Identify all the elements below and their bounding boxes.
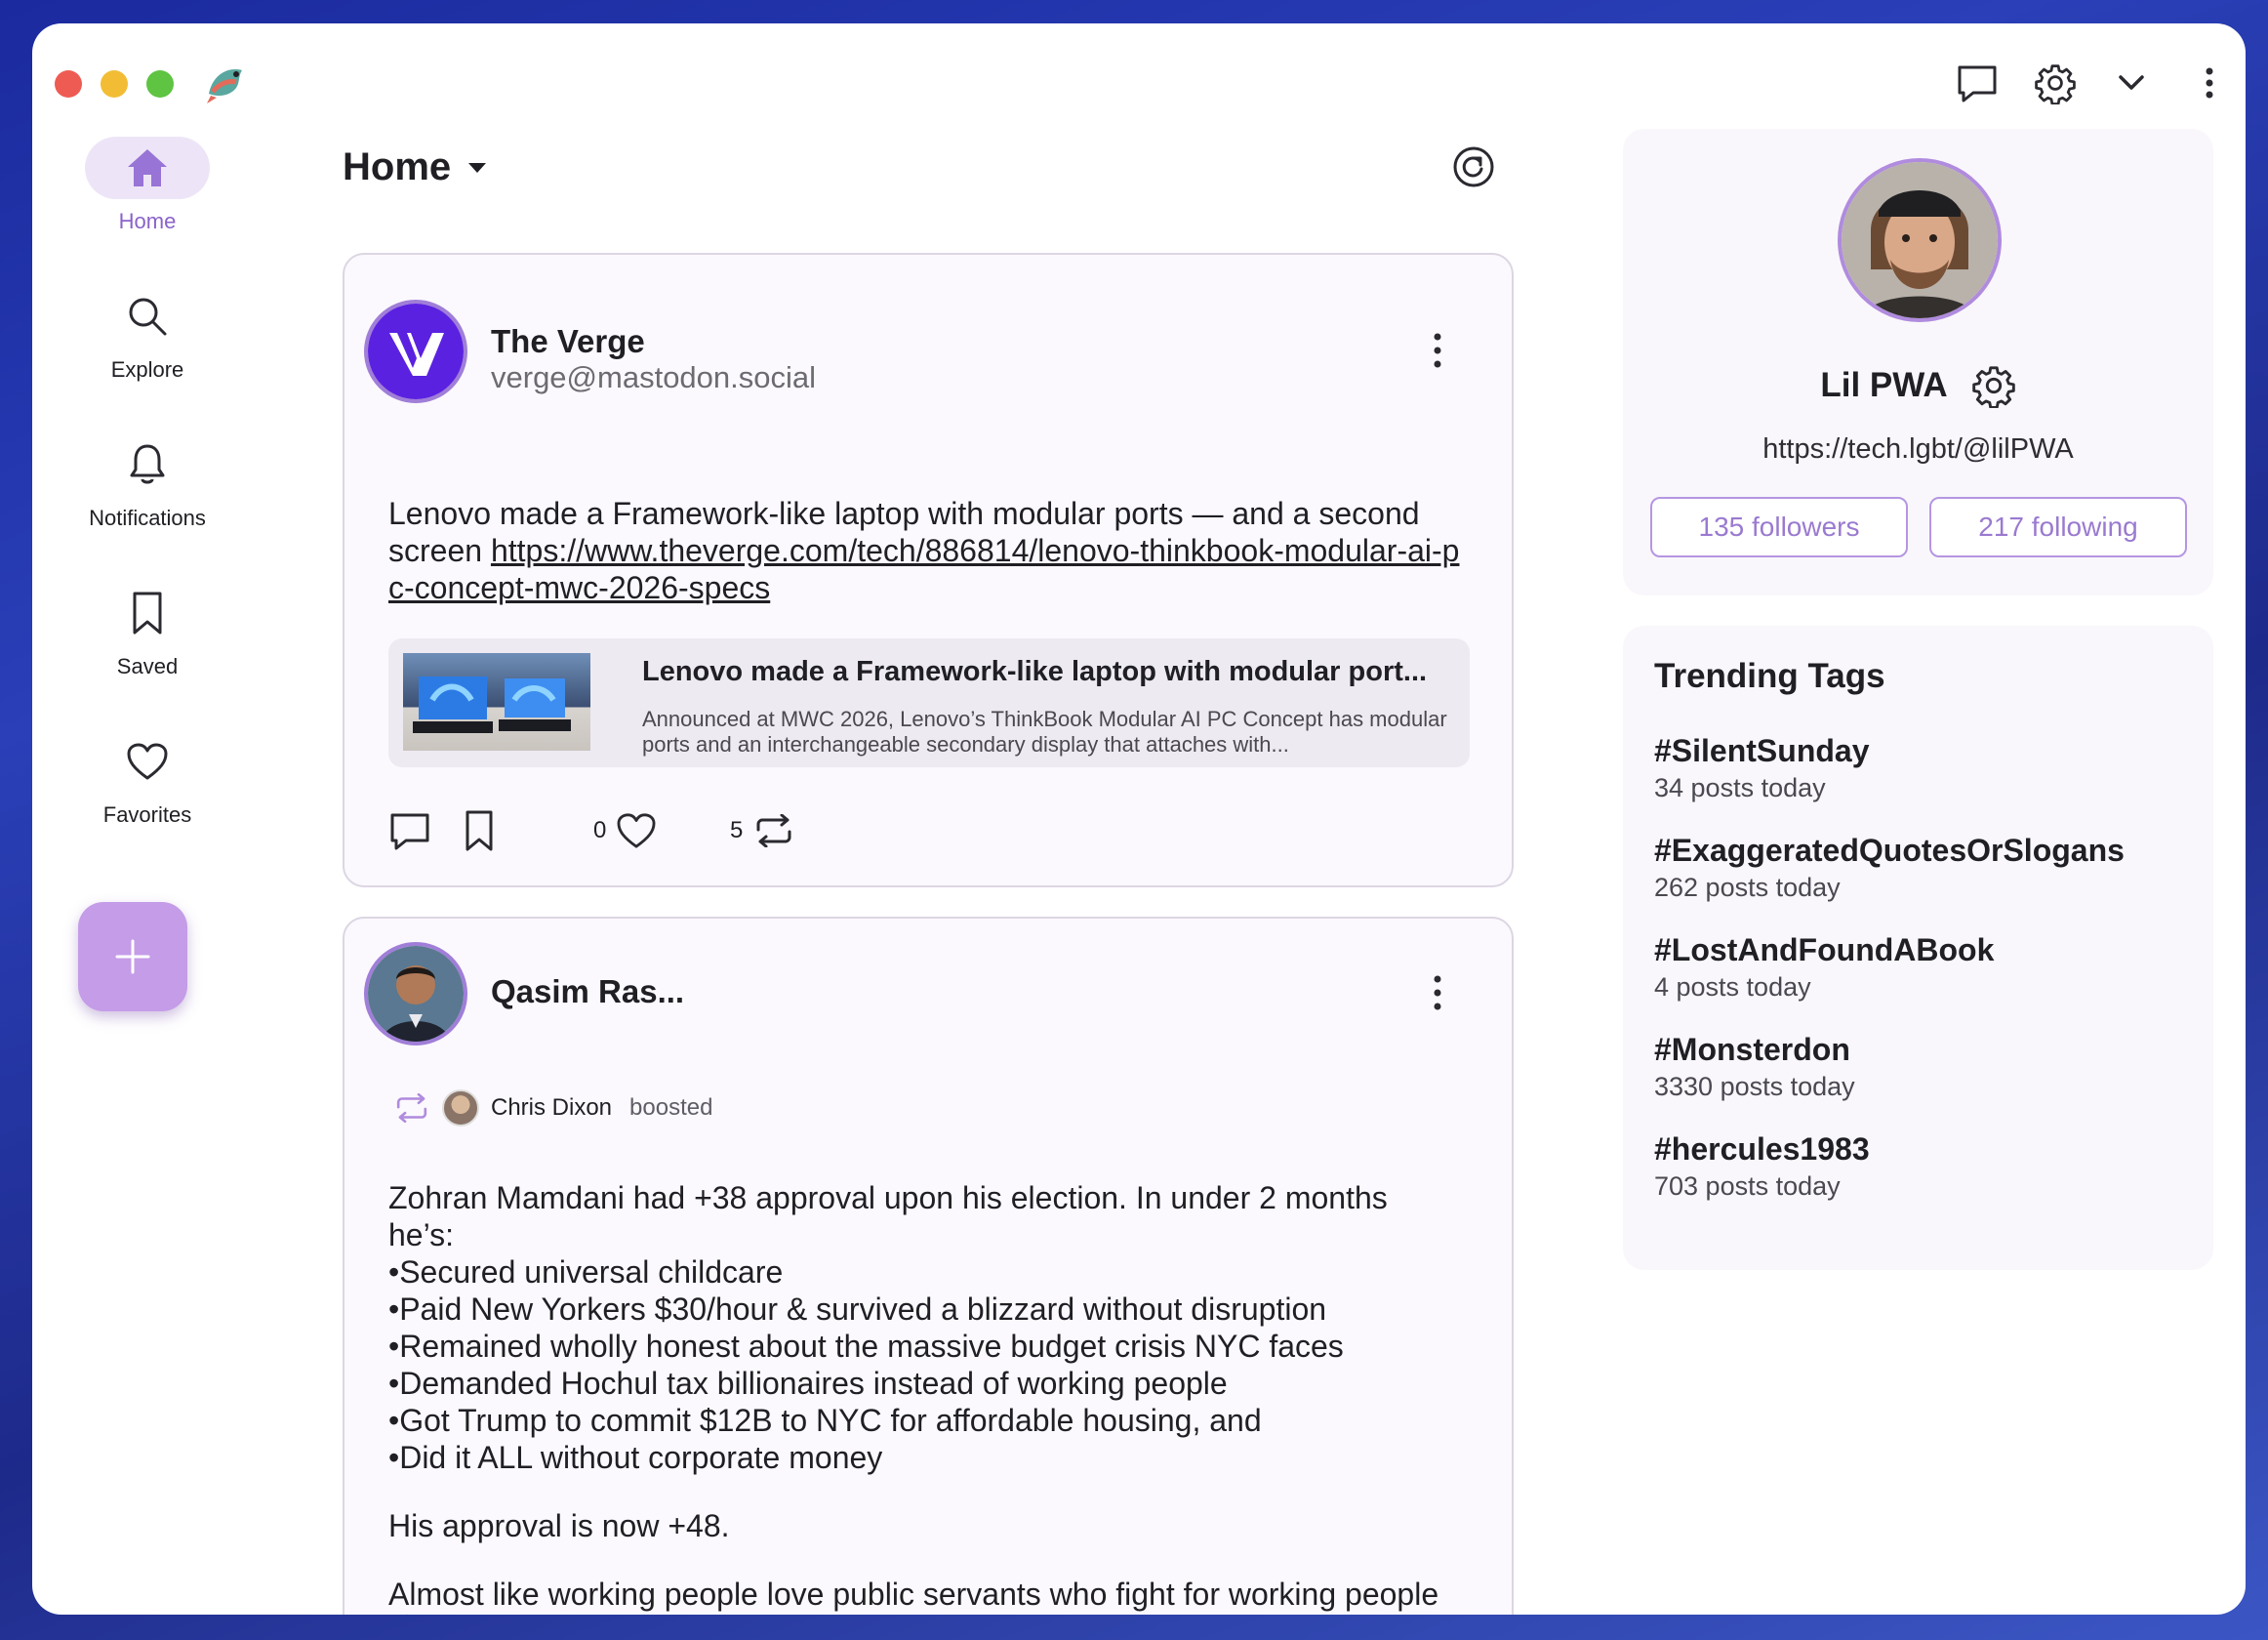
tag-name: #Monsterdon — [1654, 1032, 1850, 1067]
author-avatar[interactable] — [364, 942, 467, 1046]
nav-notifications[interactable]: Notifications — [64, 433, 230, 531]
author-avatar[interactable] — [364, 300, 467, 403]
kebab-menu-icon[interactable] — [2185, 59, 2234, 107]
tag-count: 4 posts today — [1654, 972, 1811, 1002]
post-paragraph: Almost like working people love public s… — [388, 1577, 1439, 1615]
nav-notifications-label: Notifications — [89, 506, 206, 530]
nav-saved-label: Saved — [116, 654, 179, 678]
tag-name: #hercules1983 — [1654, 1131, 1870, 1167]
refresh-icon — [1453, 146, 1494, 187]
boost-button[interactable]: 5 — [730, 806, 795, 855]
app-logo-icon — [203, 61, 250, 107]
post-line: •Remained wholly honest about the massiv… — [388, 1329, 1344, 1364]
post-content: Lenovo made a Framework-like laptop with… — [388, 495, 1472, 606]
post-line: •Did it ALL without corporate money — [388, 1440, 883, 1475]
boost-attribution: Chris Dixon boosted — [393, 1089, 712, 1127]
author-handle: verge@mastodon.social — [491, 360, 817, 394]
reply-icon — [390, 813, 429, 850]
close-window-button[interactable] — [55, 70, 82, 98]
link-preview-description: Announced at MWC 2026, Lenovo’s ThinkBoo… — [642, 707, 1447, 757]
post-content: Zohran Mamdani had +38 approval upon his… — [388, 1179, 1442, 1615]
trending-tags-card: Trending Tags #SilentSunday 34 posts tod… — [1623, 626, 2213, 1270]
heart-icon — [85, 730, 210, 793]
profile-name-row: Lil PWA — [1623, 363, 2213, 408]
nav-explore[interactable]: Explore — [64, 285, 230, 383]
maximize-window-button[interactable] — [146, 70, 174, 98]
compose-button[interactable] — [78, 902, 187, 1011]
link-preview-image — [403, 653, 590, 751]
post-line: Zohran Mamdani had +38 approval upon his… — [388, 1180, 1388, 1252]
tag-name: #LostAndFoundABook — [1654, 932, 1995, 967]
post-link[interactable]: https://www.theverge.com/tech/886814/len… — [388, 533, 1459, 605]
kebab-menu-icon — [1434, 975, 1441, 1010]
tag-count: 34 posts today — [1654, 773, 1826, 802]
post-line: •Paid New Yorkers $30/hour & survived a … — [388, 1292, 1327, 1327]
boosted-label: boosted — [629, 1094, 713, 1121]
chat-icon[interactable] — [1953, 59, 2002, 107]
search-icon — [85, 285, 210, 348]
chevron-down-icon[interactable] — [2107, 59, 2156, 107]
tag-count: 3330 posts today — [1654, 1072, 1855, 1101]
nav-explore-label: Explore — [110, 357, 184, 382]
post-menu-button[interactable] — [1418, 964, 1457, 1022]
followers-button[interactable]: 135 followers — [1650, 497, 1908, 557]
post-line: •Got Trump to commit $12B to NYC for aff… — [388, 1403, 1262, 1438]
refresh-button[interactable] — [1451, 144, 1496, 189]
nav-saved[interactable]: Saved — [64, 582, 230, 679]
minimize-window-button[interactable] — [101, 70, 128, 98]
booster-avatar[interactable] — [442, 1089, 479, 1127]
nav-favorites[interactable]: Favorites — [64, 730, 230, 828]
author-name[interactable]: The Verge — [491, 323, 645, 360]
gear-icon[interactable] — [1971, 363, 2016, 408]
trending-tag[interactable]: #hercules1983 703 posts today — [1654, 1131, 1870, 1202]
tag-count: 262 posts today — [1654, 873, 1841, 902]
link-preview-title: Lenovo made a Framework-like laptop with… — [642, 656, 1428, 687]
link-preview-body: Lenovo made a Framework-like laptop with… — [642, 648, 1452, 759]
boost-count: 5 — [730, 817, 744, 843]
post-line: •Secured universal childcare — [388, 1254, 784, 1290]
author-name[interactable]: Qasim Ras... — [491, 973, 684, 1010]
bookmark-icon — [466, 810, 493, 851]
post-card[interactable]: Qasim Ras... Chris Dixon boosted Zohran … — [343, 917, 1514, 1615]
post-line: •Demanded Hochul tax billionaires instea… — [388, 1366, 1228, 1401]
profile-avatar[interactable] — [1838, 158, 2002, 322]
post-menu-button[interactable] — [1418, 321, 1457, 380]
reply-button[interactable] — [388, 806, 431, 855]
bookmark-button[interactable] — [464, 806, 495, 855]
boost-icon — [396, 1093, 427, 1123]
tag-name: #SilentSunday — [1654, 733, 1870, 768]
post-paragraph: His approval is now +48. — [388, 1508, 730, 1543]
trending-title: Trending Tags — [1654, 657, 1885, 695]
boost-icon — [756, 814, 791, 847]
nav-favorites-label: Favorites — [102, 802, 192, 827]
bell-icon — [85, 433, 210, 496]
post-card[interactable]: The Verge verge@mastodon.social Lenovo m… — [343, 253, 1514, 887]
trending-tag[interactable]: #LostAndFoundABook 4 posts today — [1654, 932, 1994, 1003]
timeline-selector[interactable]: Home — [343, 145, 488, 189]
link-preview-card[interactable]: Lenovo made a Framework-like laptop with… — [388, 638, 1470, 767]
app-window: Home Explore Notifications Saved Favorit… — [32, 23, 2246, 1615]
caret-down-icon — [468, 162, 487, 173]
trending-tag[interactable]: #Monsterdon 3330 posts today — [1654, 1032, 1855, 1102]
profile-name: Lil PWA — [1820, 366, 1948, 404]
trending-tag[interactable]: #SilentSunday 34 posts today — [1654, 733, 1870, 803]
nav-home[interactable]: Home — [64, 137, 230, 234]
heart-icon — [617, 813, 656, 848]
favorite-button[interactable]: 0 — [593, 806, 657, 855]
favorite-count: 0 — [593, 817, 607, 843]
following-button[interactable]: 217 following — [1929, 497, 2187, 557]
profile-url[interactable]: https://tech.lgbt/@lilPWA — [1623, 433, 2213, 466]
nav-home-label: Home — [118, 209, 177, 233]
page-title: Home — [343, 145, 452, 188]
bookmark-icon — [85, 582, 210, 644]
kebab-menu-icon — [1434, 333, 1441, 368]
trending-tag[interactable]: #ExaggeratedQuotesOrSlogans 262 posts to… — [1654, 833, 2125, 903]
plus-icon — [115, 939, 150, 974]
tag-name: #ExaggeratedQuotesOrSlogans — [1654, 833, 2125, 868]
profile-card: Lil PWA https://tech.lgbt/@lilPWA 135 fo… — [1623, 129, 2213, 595]
gear-icon[interactable] — [2031, 59, 2080, 107]
home-icon — [85, 137, 210, 199]
tag-count: 703 posts today — [1654, 1171, 1841, 1201]
booster-name[interactable]: Chris Dixon — [491, 1094, 612, 1122]
